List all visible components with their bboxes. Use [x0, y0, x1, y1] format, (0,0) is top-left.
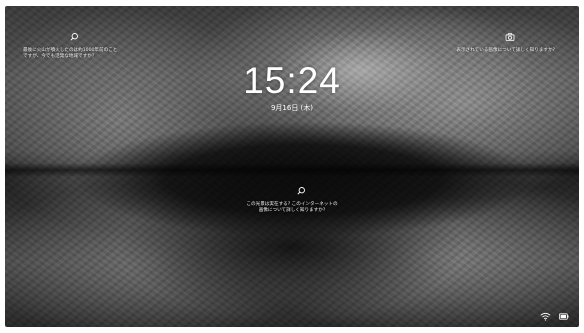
lake-reflection-line: [5, 163, 579, 178]
camera-icon[interactable]: [505, 32, 515, 42]
search-icon[interactable]: [69, 32, 79, 42]
system-tray: [540, 312, 569, 321]
spotlight-fact-left[interactable]: 最後に火山が噴火したのは約1000年前のこと ですが、今でも活発な地域ですか？: [23, 48, 117, 60]
spotlight-center-line2: 画像について詳しく知りますか?: [258, 208, 326, 214]
search-icon[interactable]: [296, 186, 306, 196]
spotlight-question-center[interactable]: この光景は実在する? このインターネットの 画像について詳しく知りますか?: [5, 202, 579, 214]
lock-screen: 最後に火山が噴火したのは約1000年前のこと ですが、今でも活発な地域ですか？ …: [5, 6, 579, 327]
lock-screen-clock: 15:24: [243, 60, 341, 101]
wifi-icon[interactable]: [540, 312, 551, 321]
battery-icon[interactable]: [559, 313, 569, 320]
spotlight-left-line2: ですが、今でも活発な地域ですか？: [23, 54, 97, 60]
spotlight-right-line1: 表示されている画像について詳しく知りますか?: [456, 48, 555, 53]
lock-screen-date: 9月16日 (木): [270, 104, 314, 112]
spotlight-image-info-right[interactable]: 表示されている画像について詳しく知りますか?: [456, 48, 555, 54]
